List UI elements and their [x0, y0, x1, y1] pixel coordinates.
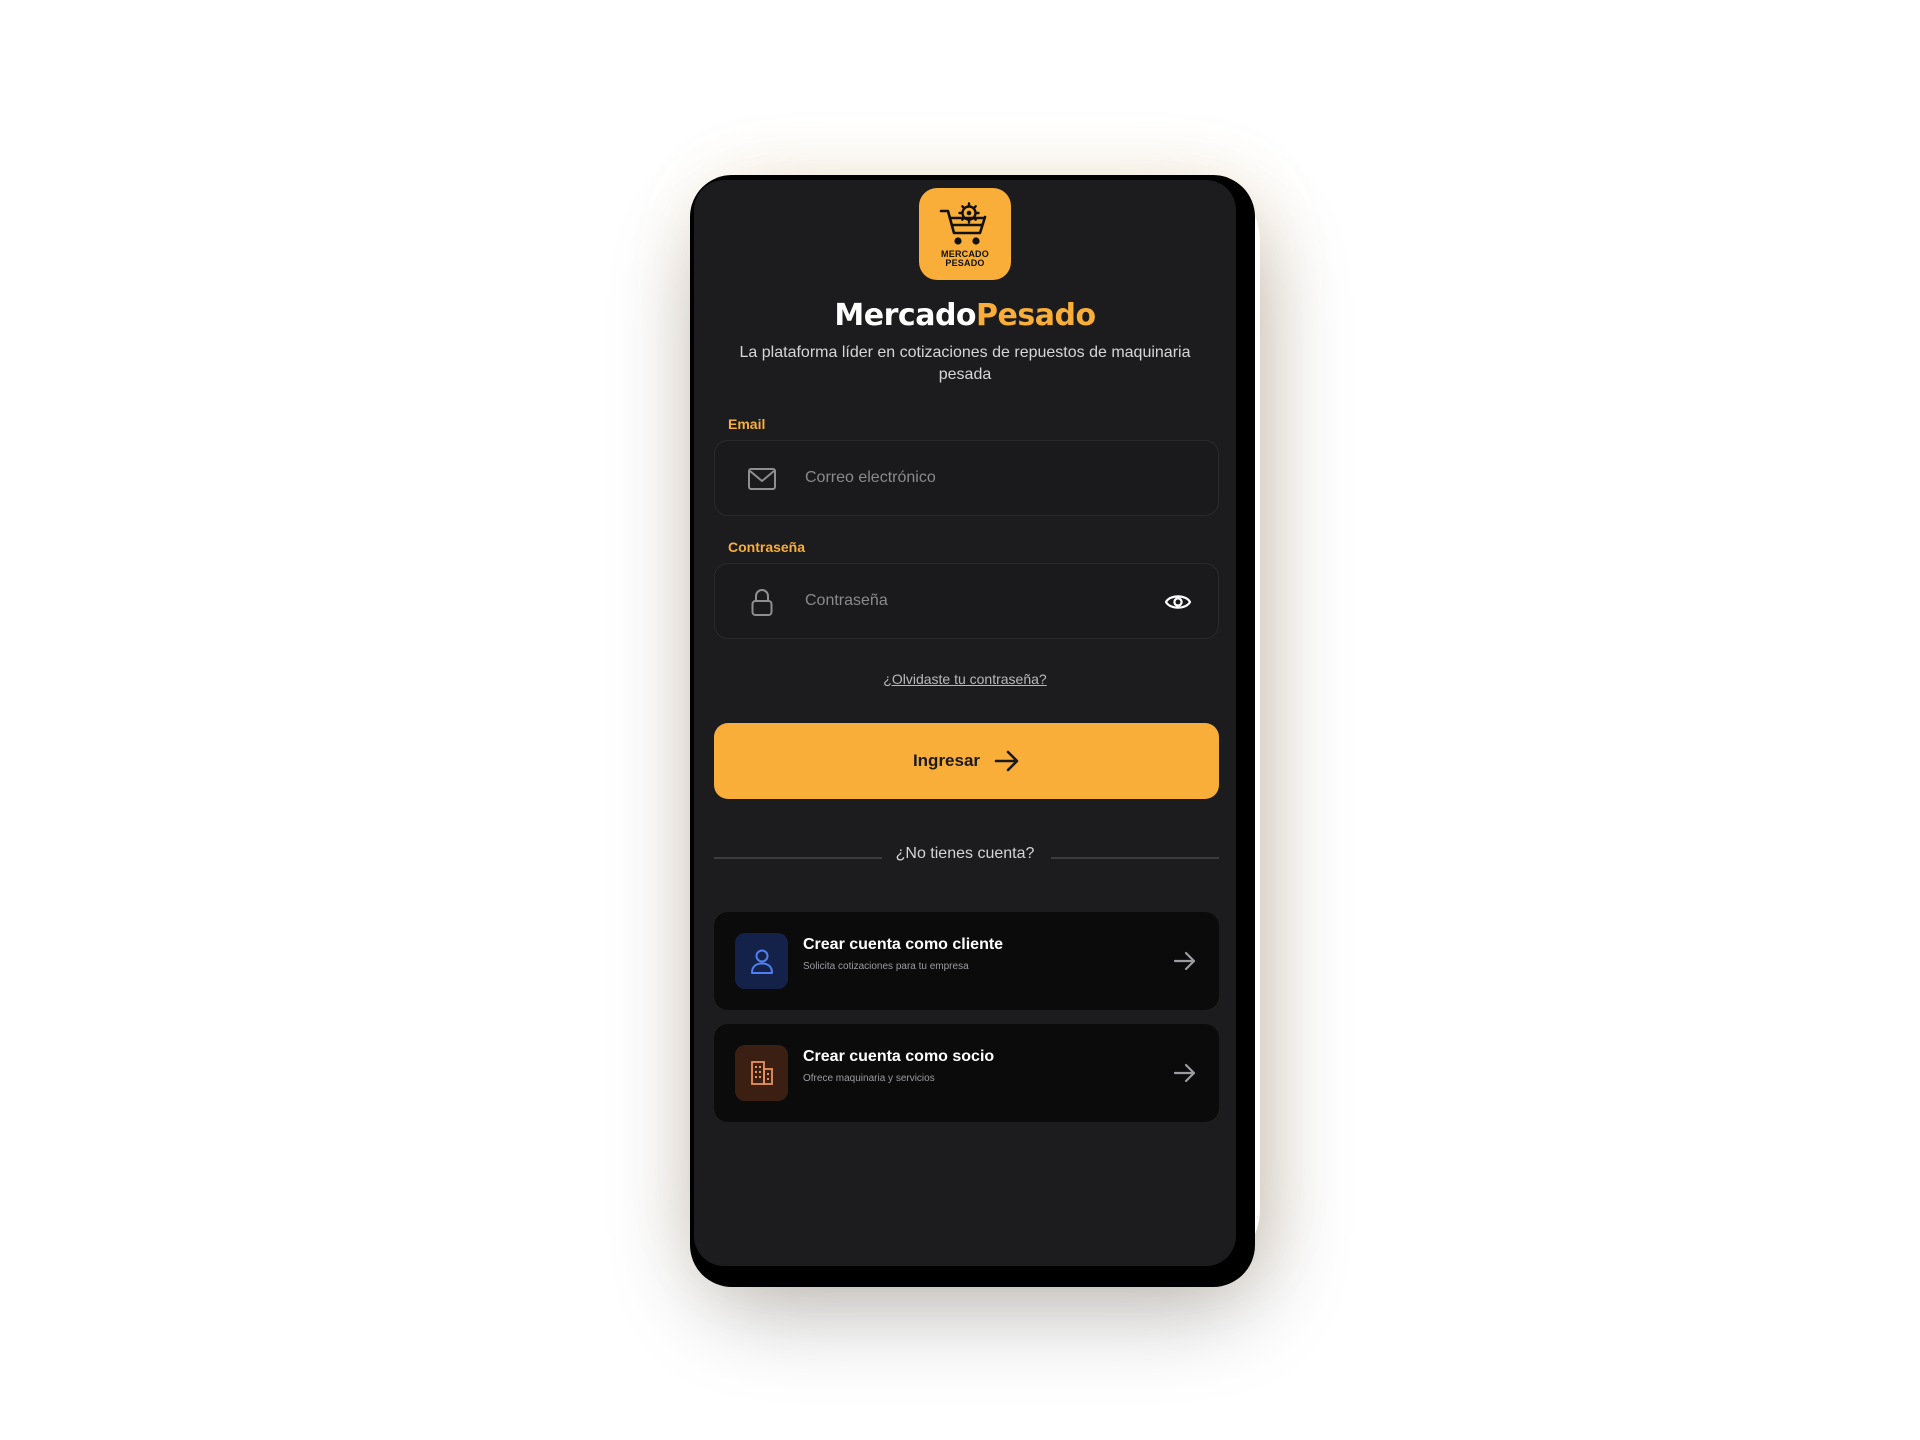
login-screen: MERCADO PESADO MercadoPesado La platafor…	[694, 180, 1236, 1266]
password-label: Contraseña	[728, 539, 806, 555]
client-card-subtitle: Solicita cotizaciones para tu empresa	[803, 961, 969, 972]
arrow-right-icon	[994, 750, 1019, 772]
partner-card-subtitle: Ofrece maquinaria y servicios	[803, 1073, 935, 1084]
eye-icon[interactable]	[1164, 590, 1192, 614]
logo-text-line2: PESADO	[945, 257, 985, 268]
logo-wordmark: MERCADO PESADO	[941, 249, 989, 268]
signup-partner-card[interactable]: Crear cuenta como socio Ofrece maquinari…	[714, 1024, 1219, 1122]
app-logo: MERCADO PESADO	[919, 188, 1011, 280]
signup-client-card[interactable]: Crear cuenta como cliente Solicita cotiz…	[714, 912, 1219, 1010]
lock-icon	[751, 589, 773, 616]
mail-icon	[748, 468, 776, 490]
no-account-text: ¿No tienes cuenta?	[895, 845, 1035, 862]
client-icon-tile	[735, 933, 788, 989]
password-input[interactable]	[805, 564, 1145, 638]
forgot-password-link[interactable]: ¿Olvidaste tu contraseña?	[694, 671, 1236, 687]
app-title-part2: Pesado	[976, 298, 1096, 333]
app-tagline: La plataforma líder en cotizaciones de r…	[739, 344, 1191, 383]
chevron-right-icon	[1173, 1063, 1196, 1083]
app-title: MercadoPesado	[694, 298, 1236, 333]
email-label: Email	[728, 416, 766, 432]
partner-icon-tile	[735, 1045, 788, 1101]
login-button[interactable]: Ingresar	[714, 723, 1219, 799]
login-button-label: Ingresar	[912, 751, 981, 770]
cart-gear-icon	[939, 201, 987, 245]
page: MERCADO PESADO MercadoPesado La platafor…	[0, 0, 1920, 1440]
app-title-part1: Mercado	[834, 298, 977, 333]
email-input[interactable]	[805, 441, 1145, 515]
password-field[interactable]	[714, 563, 1219, 639]
building-icon	[750, 1061, 773, 1085]
email-field[interactable]	[714, 440, 1219, 516]
user-icon	[750, 949, 773, 974]
partner-card-title: Crear cuenta como socio	[803, 1048, 995, 1065]
client-card-title: Crear cuenta como cliente	[803, 936, 1004, 953]
chevron-right-icon	[1173, 951, 1196, 971]
